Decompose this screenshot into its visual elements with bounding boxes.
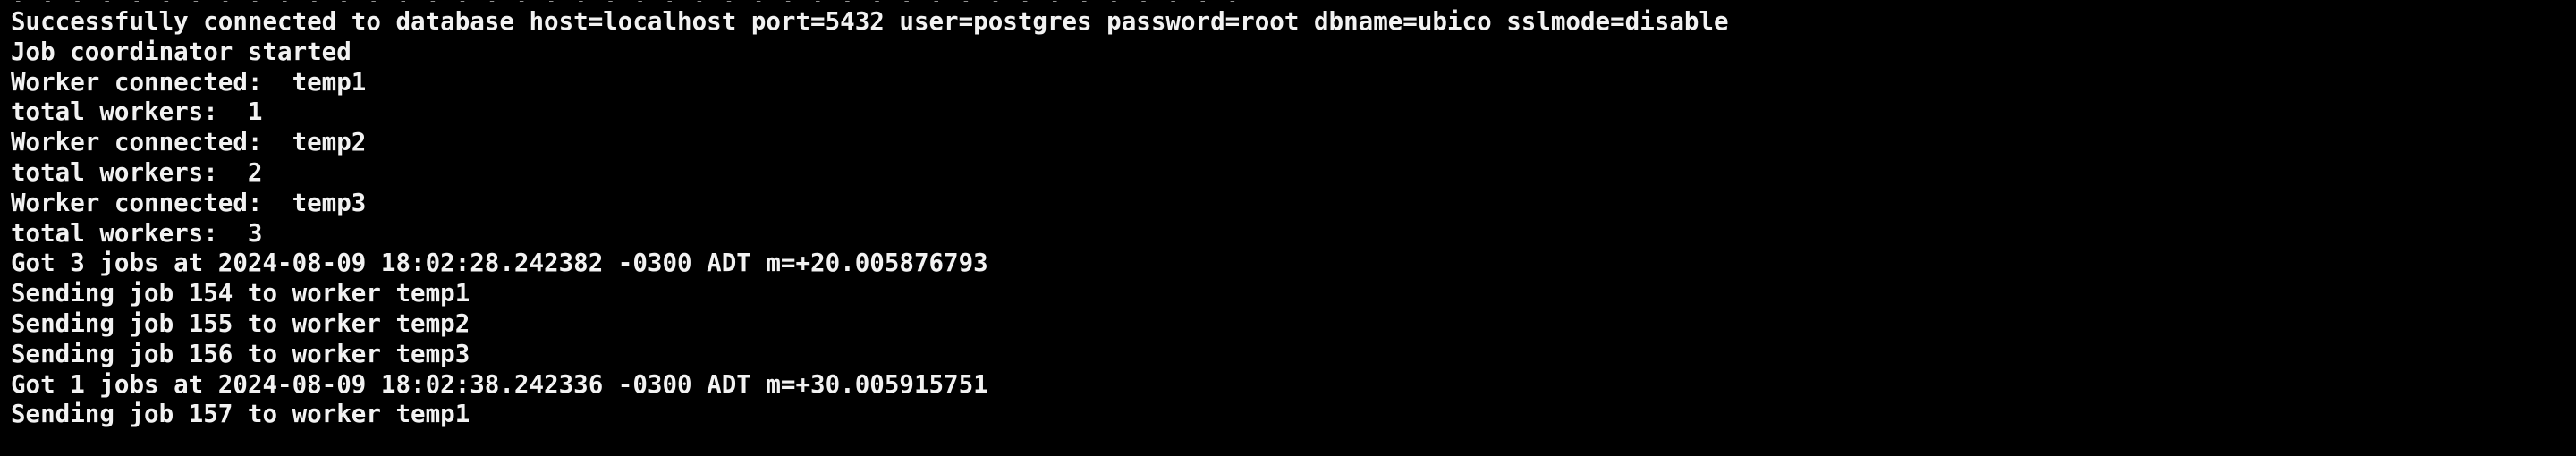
log-line-sending-job: Sending job 155 to worker temp2 [11, 308, 470, 338]
log-line-got-jobs: Got 3 jobs at 2024-08-09 18:02:28.242382… [11, 249, 988, 278]
terminal-output: Successfully connected to database host=… [11, 7, 1729, 430]
log-line-got-jobs: Got 1 jobs at 2024-08-09 18:02:38.242336… [11, 369, 988, 399]
log-line-worker-connected: Worker connected: temp3 [11, 188, 367, 217]
clipped-previous-line: . . . . . . . . . . . . . . . . . . . . … [0, 0, 2576, 2]
clipped-previous-line-text: . . . . . . . . . . . . . . . . . . . . … [0, 0, 2576, 2]
log-line-coordinator-started: Job coordinator started [11, 37, 352, 66]
terminal-window[interactable]: . . . . . . . . . . . . . . . . . . . . … [0, 0, 2576, 456]
log-line-total-workers: total workers: 3 [11, 218, 263, 248]
log-line-sending-job: Sending job 154 to worker temp1 [11, 279, 470, 308]
log-line-sending-job: Sending job 156 to worker temp3 [11, 339, 470, 368]
log-line-sending-job: Sending job 157 to worker temp1 [11, 400, 470, 429]
log-line-total-workers: total workers: 2 [11, 157, 263, 187]
log-line-total-workers: total workers: 1 [11, 97, 263, 127]
log-line-worker-connected: Worker connected: temp2 [11, 128, 367, 157]
log-line-db-connected: Successfully connected to database host=… [11, 7, 1729, 36]
log-line-worker-connected: Worker connected: temp1 [11, 67, 367, 97]
